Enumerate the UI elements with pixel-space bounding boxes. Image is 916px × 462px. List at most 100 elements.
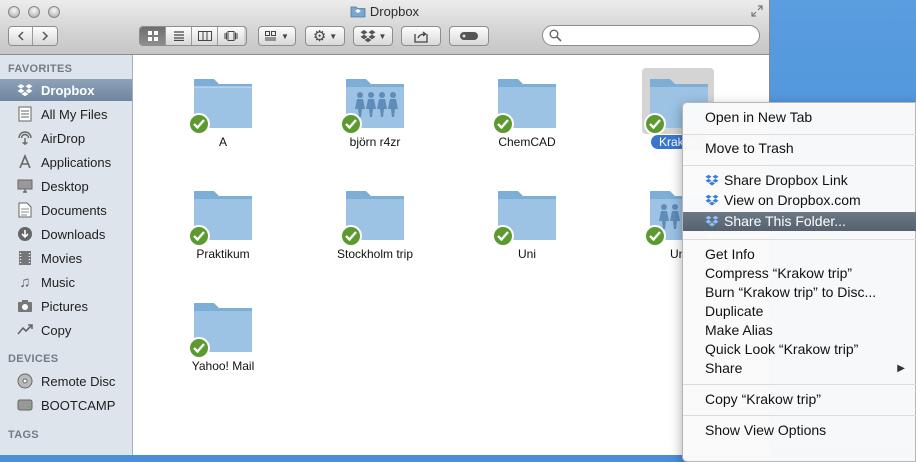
menu-item-share-dropbox-link[interactable]: Share Dropbox Link bbox=[683, 171, 916, 190]
fullscreen-icon[interactable] bbox=[751, 5, 763, 17]
folder-item-a[interactable]: A bbox=[153, 73, 293, 149]
sidebar-item-applications[interactable]: Applications bbox=[0, 151, 132, 173]
search-field[interactable] bbox=[542, 25, 760, 46]
menu-item-label: Share Dropbox Link bbox=[724, 172, 848, 188]
menu-item-show-view-options[interactable]: Show View Options bbox=[683, 421, 916, 440]
gear-icon: ⚙ bbox=[312, 28, 327, 45]
sidebar-item-remote-disc[interactable]: Remote Disc bbox=[0, 370, 132, 392]
synced-check-icon bbox=[644, 225, 666, 247]
arrange-button[interactable]: ▼ bbox=[258, 26, 296, 46]
folder-grid: A björn r4zr ChemCAD Krakow Praktikum St… bbox=[133, 55, 769, 455]
back-button[interactable] bbox=[9, 27, 34, 45]
applications-icon bbox=[16, 153, 34, 171]
menu-item-compress[interactable]: Compress “Krakow trip” bbox=[683, 264, 916, 283]
dropbox-icon bbox=[16, 81, 34, 99]
sidebar-item-label: AirDrop bbox=[41, 130, 86, 146]
sidebar-item-pictures[interactable]: Pictures bbox=[0, 295, 132, 317]
downloads-icon bbox=[16, 225, 34, 243]
list-view-button[interactable] bbox=[166, 27, 192, 45]
dropbox-icon bbox=[705, 215, 719, 227]
menu-item-share-this-folder[interactable]: Share This Folder... bbox=[683, 212, 916, 231]
sidebar-item-movies[interactable]: Movies bbox=[0, 247, 132, 269]
chevron-down-icon: ▼ bbox=[281, 31, 289, 41]
menu-separator bbox=[683, 165, 916, 166]
menu-separator bbox=[683, 384, 916, 385]
sidebar: FAVORITES Dropbox All My Files AirDrop A… bbox=[0, 55, 133, 455]
sidebar-item-label: Dropbox bbox=[41, 82, 95, 98]
sidebar-item-airdrop[interactable]: AirDrop bbox=[0, 127, 132, 149]
sidebar-item-bootcamp[interactable]: BOOTCAMP bbox=[0, 394, 132, 416]
window-title-text: Dropbox bbox=[369, 4, 420, 19]
synced-check-icon bbox=[644, 113, 666, 135]
share-icon bbox=[414, 30, 428, 43]
menu-item-label: Share This Folder... bbox=[724, 213, 846, 229]
folder-icon bbox=[188, 185, 256, 247]
menu-item-move-to-trash[interactable]: Move to Trash bbox=[683, 139, 916, 158]
sidebar-item-music[interactable]: ♫ Music bbox=[0, 271, 132, 293]
menu-separator bbox=[683, 134, 916, 135]
finder-window: Dropbox ▼ ⚙ ▼ ▼ FAVORITES Dropbox All My… bbox=[0, 0, 770, 455]
folder-item-praktikum[interactable]: Praktikum bbox=[153, 185, 293, 261]
folder-icon bbox=[340, 185, 408, 247]
movies-icon bbox=[16, 249, 34, 267]
menu-separator bbox=[683, 415, 916, 416]
title-bar: Dropbox ▼ ⚙ ▼ ▼ bbox=[0, 0, 769, 55]
sidebar-item-all-my-files[interactable]: All My Files bbox=[0, 103, 132, 125]
sidebar-item-label: Remote Disc bbox=[41, 373, 116, 389]
sidebar-item-label: Applications bbox=[41, 154, 112, 170]
action-button[interactable]: ⚙ ▼ bbox=[305, 26, 345, 46]
sidebar-item-downloads[interactable]: Downloads bbox=[0, 223, 132, 245]
menu-item-share[interactable]: Share ▶ bbox=[683, 359, 916, 378]
desktop-icon bbox=[16, 177, 34, 195]
folder-item-uni[interactable]: Uni bbox=[457, 185, 597, 261]
sidebar-item-copy[interactable]: Copy bbox=[0, 319, 132, 341]
folder-label: A bbox=[218, 135, 227, 149]
search-input[interactable] bbox=[565, 27, 757, 45]
folder-icon bbox=[492, 73, 560, 135]
sidebar-item-label: Desktop bbox=[41, 178, 89, 194]
chevron-down-icon: ▼ bbox=[378, 31, 387, 41]
airdrop-icon bbox=[16, 129, 34, 147]
share-button[interactable] bbox=[401, 26, 441, 46]
documents-icon bbox=[16, 201, 34, 219]
sidebar-item-label: All My Files bbox=[41, 106, 108, 122]
folder-label: Stockholm trip bbox=[336, 247, 414, 261]
sidebar-item-label: Music bbox=[41, 274, 75, 290]
synced-check-icon bbox=[492, 225, 514, 247]
arrange-icon bbox=[265, 31, 277, 41]
sidebar-item-label: BOOTCAMP bbox=[41, 397, 116, 413]
tag-button[interactable] bbox=[449, 26, 489, 46]
menu-item-copy[interactable]: Copy “Krakow trip” bbox=[683, 390, 916, 409]
tags-header: TAGS bbox=[8, 429, 39, 441]
folder-icon bbox=[350, 5, 366, 21]
tag-icon bbox=[460, 32, 478, 40]
menu-item-quick-look[interactable]: Quick Look “Krakow trip” bbox=[683, 340, 916, 359]
menu-item-make-alias[interactable]: Make Alias bbox=[683, 321, 916, 340]
folder-item-yahoo-mail[interactable]: Yahoo! Mail bbox=[153, 297, 293, 373]
folder-label: björn r4zr bbox=[349, 135, 401, 149]
view-mode-control bbox=[139, 26, 247, 46]
sidebar-item-desktop[interactable]: Desktop bbox=[0, 175, 132, 197]
menu-item-view-on-dropbox[interactable]: View on Dropbox.com bbox=[683, 191, 916, 210]
folder-item-chemcad[interactable]: ChemCAD bbox=[457, 73, 597, 149]
synced-check-icon bbox=[188, 113, 210, 135]
column-view-button[interactable] bbox=[192, 27, 218, 45]
sidebar-item-documents[interactable]: Documents bbox=[0, 199, 132, 221]
favorites-header: FAVORITES bbox=[8, 63, 73, 75]
folder-icon bbox=[188, 297, 256, 359]
dropbox-menu-button[interactable]: ▼ bbox=[353, 26, 393, 46]
menu-item-open-in-new-tab[interactable]: Open in New Tab bbox=[683, 108, 916, 127]
menu-item-duplicate[interactable]: Duplicate bbox=[683, 302, 916, 321]
synced-check-icon bbox=[492, 113, 514, 135]
window-title: Dropbox bbox=[0, 4, 769, 21]
icon-view-button[interactable] bbox=[140, 27, 166, 45]
sidebar-item-label: Movies bbox=[41, 250, 83, 266]
sidebar-item-dropbox[interactable]: Dropbox bbox=[0, 79, 132, 101]
coverflow-view-button[interactable] bbox=[218, 27, 244, 45]
folder-item-bjorn-r4zr[interactable]: björn r4zr bbox=[305, 73, 445, 149]
menu-item-burn-to-disc[interactable]: Burn “Krakow trip” to Disc... bbox=[683, 283, 916, 302]
folder-item-stockholm-trip[interactable]: Stockholm trip bbox=[305, 185, 445, 261]
menu-item-get-info[interactable]: Get Info bbox=[683, 245, 916, 264]
dropbox-icon bbox=[705, 194, 719, 206]
forward-button[interactable] bbox=[33, 27, 57, 45]
